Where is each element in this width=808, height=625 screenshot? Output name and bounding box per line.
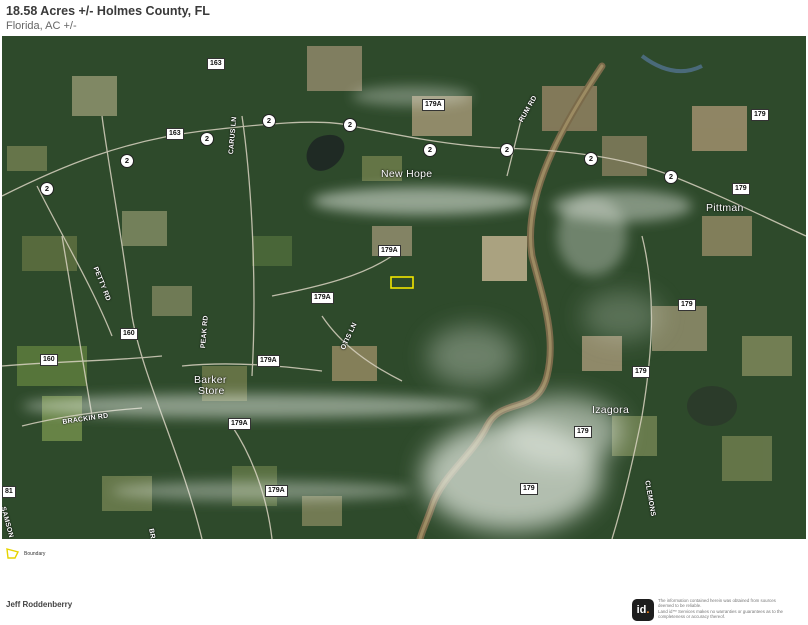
land-id-logo: id. (632, 599, 654, 621)
route-shield: 160 (40, 354, 58, 366)
route-shield: 160 (120, 328, 138, 340)
route-shield: 163 (207, 58, 225, 70)
place-store: Store (198, 385, 225, 397)
disclaimer-line: completeness or accuracy thereof. (658, 614, 726, 620)
boundary-legend-icon (6, 548, 20, 559)
place-izagora: Izagora (592, 404, 630, 416)
route-shield: 179 (520, 483, 538, 495)
route-shield: 2 (120, 154, 134, 168)
route-shield: 163 (166, 128, 184, 140)
satellite-imagery (2, 36, 806, 539)
route-shield: 2 (423, 143, 437, 157)
route-shield: 2 (500, 143, 514, 157)
map-title: 18.58 Acres +/- Holmes County, FL (6, 4, 210, 18)
agent-name: Jeff Roddenberry (6, 600, 73, 609)
route-shield: 179 (632, 366, 650, 378)
route-shield: 2 (584, 152, 598, 166)
route-shield: 2 (664, 170, 678, 184)
route-shield: 179 (678, 299, 696, 311)
route-shield: 179A (257, 355, 280, 367)
route-shield: 179 (574, 426, 592, 438)
route-shield: 179 (732, 183, 750, 195)
route-shield: 2 (40, 182, 54, 196)
route-shield: 2 (200, 132, 214, 146)
route-shield: 179A (378, 245, 401, 257)
route-shield: 179A (422, 99, 445, 111)
map-subtitle: Florida, AC +/- (6, 20, 77, 32)
disclaimer: The information contained herein was obt… (658, 598, 808, 620)
route-shield: 179A (265, 485, 288, 497)
route-shield: 179 (751, 109, 769, 121)
logo-text: id (636, 604, 647, 616)
legend-label-boundary: Boundary (24, 551, 46, 557)
route-shield: 179A (228, 418, 251, 430)
route-shield: 2 (262, 114, 276, 128)
place-new-hope: New Hope (381, 168, 433, 180)
satellite-map[interactable]: New Hope Pittman Barker Store Izagora CA… (2, 36, 806, 539)
route-shield: 179A (311, 292, 334, 304)
route-shield: 81 (2, 486, 16, 498)
route-shield: 2 (343, 118, 357, 132)
place-pittman: Pittman (706, 202, 744, 214)
